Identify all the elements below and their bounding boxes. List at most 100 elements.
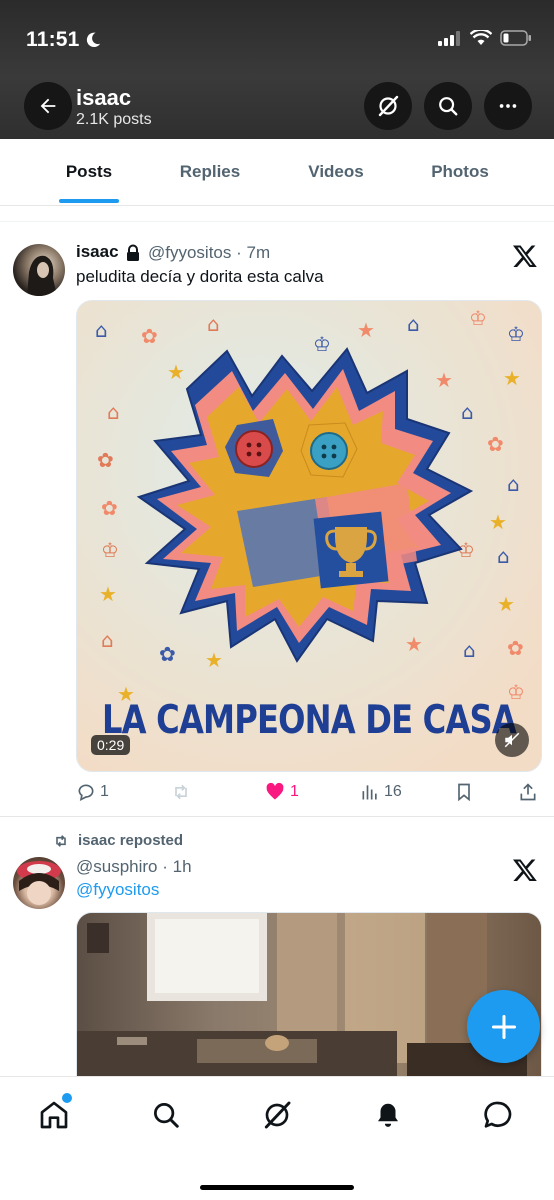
battery-icon <box>500 30 531 46</box>
messages-icon <box>484 1101 512 1128</box>
svg-text:♔: ♔ <box>507 322 525 346</box>
divider <box>0 221 554 222</box>
tab-replies[interactable]: Replies <box>160 139 260 205</box>
svg-text:♔: ♔ <box>313 332 331 356</box>
reply-icon <box>78 784 94 802</box>
posts-count: 2.1K posts <box>76 111 152 128</box>
svg-text:✿: ✿ <box>507 636 524 660</box>
tab-posts[interactable]: Posts <box>38 139 140 205</box>
avatar[interactable] <box>13 244 65 296</box>
speaker-muted-icon <box>504 732 520 748</box>
repost-label: isaac reposted <box>78 832 184 849</box>
x-logo-icon <box>512 245 537 268</box>
lock-icon <box>127 244 139 261</box>
avatar-image <box>17 861 61 905</box>
svg-text:⌂: ⌂ <box>463 638 476 662</box>
nav-notifications[interactable] <box>368 1095 408 1135</box>
back-arrow-icon <box>40 98 56 114</box>
status-icons <box>438 30 532 46</box>
search-button[interactable] <box>424 82 472 130</box>
profile-tabs: Posts Replies Videos Photos <box>0 139 554 206</box>
wifi-icon <box>470 30 492 45</box>
profile-header: 11:51 isaac 2.1K posts <box>0 0 554 139</box>
repost-button <box>170 782 192 802</box>
share-icon <box>520 783 536 801</box>
svg-text:♔: ♔ <box>101 538 119 562</box>
status-time: 11:51 <box>26 28 80 51</box>
svg-text:★: ★ <box>167 360 185 384</box>
video-thumbnail: ⌂ ✿ ⌂ ♔ ⌂ ♔ ♔ ★ ★ ★ ★ ⌂ ⌂ ✿ ✿ ⌂ ✿ ♔ ★ ★ … <box>77 301 541 771</box>
views-button[interactable]: 16 <box>360 782 402 802</box>
plus-icon <box>491 1014 516 1039</box>
views-count: 16 <box>384 783 402 800</box>
like-button[interactable]: 1 <box>264 782 299 802</box>
x-logo-icon <box>512 859 537 882</box>
svg-text:✿: ✿ <box>141 324 158 348</box>
svg-text:⌂: ⌂ <box>507 472 520 496</box>
repost-icon <box>175 784 187 800</box>
grok-icon <box>378 95 399 117</box>
divider <box>0 816 554 817</box>
grok-button[interactable] <box>364 82 412 130</box>
svg-text:✿: ✿ <box>101 496 118 520</box>
nav-messages[interactable] <box>478 1095 518 1135</box>
video-player[interactable]: ⌂ ✿ ⌂ ♔ ⌂ ♔ ♔ ★ ★ ★ ★ ⌂ ⌂ ✿ ✿ ⌂ ✿ ♔ ★ ★ … <box>76 300 542 772</box>
signal-icon <box>438 31 460 46</box>
author-handle-time[interactable]: @fyyositos · 7m <box>148 243 270 263</box>
svg-text:⌂: ⌂ <box>107 400 120 424</box>
svg-text:⌂: ⌂ <box>207 312 220 336</box>
tab-videos[interactable]: Videos <box>288 139 384 205</box>
mute-button[interactable] <box>495 723 529 757</box>
repost-indicator[interactable]: isaac reposted <box>52 832 183 849</box>
svg-text:⌂: ⌂ <box>95 318 108 342</box>
home-indicator <box>200 1185 354 1190</box>
bookmark-button[interactable] <box>454 782 474 802</box>
heart-icon <box>266 782 284 800</box>
repost-icon <box>56 834 66 847</box>
svg-text:♔: ♔ <box>469 306 487 330</box>
like-count: 1 <box>290 783 299 800</box>
svg-text:★: ★ <box>489 510 507 534</box>
tab-photos[interactable]: Photos <box>410 139 510 205</box>
svg-text:✿: ✿ <box>487 432 504 456</box>
svg-text:⌂: ⌂ <box>497 544 510 568</box>
more-button[interactable] <box>484 82 532 130</box>
grok-icon <box>264 1101 291 1129</box>
search-icon <box>154 1103 179 1128</box>
svg-text:★: ★ <box>99 582 117 606</box>
compose-button[interactable] <box>467 990 540 1063</box>
svg-text:⌂: ⌂ <box>461 400 474 424</box>
mention-link[interactable]: @fyyositos <box>76 880 159 900</box>
bookmark-icon <box>458 783 470 802</box>
svg-text:★: ★ <box>503 366 521 390</box>
bottom-navigation <box>0 1076 554 1200</box>
notifications-icon <box>378 1103 398 1127</box>
reply-button[interactable]: 1 <box>76 782 109 802</box>
avatar[interactable] <box>13 857 65 909</box>
svg-text:✿: ✿ <box>159 642 176 666</box>
post-text: peludita decía y dorita esta calva <box>76 267 324 286</box>
svg-text:⌂: ⌂ <box>101 628 114 652</box>
svg-text:★: ★ <box>405 632 423 656</box>
profile-name: isaac <box>76 85 132 110</box>
author-handle-time[interactable]: @susphiro · 1h <box>76 857 192 877</box>
views-icon <box>362 785 377 800</box>
svg-text:✿: ✿ <box>97 448 114 472</box>
active-tab-indicator <box>59 199 119 203</box>
avatar-image <box>27 255 57 296</box>
svg-text:★: ★ <box>497 592 515 616</box>
unread-dot <box>60 1091 74 1105</box>
svg-text:★: ★ <box>357 318 375 342</box>
more-icon <box>499 104 517 108</box>
back-button[interactable] <box>24 82 72 130</box>
nav-search[interactable] <box>146 1095 186 1135</box>
post-actions: 1 1 16 <box>76 782 546 806</box>
share-button[interactable] <box>518 782 538 802</box>
author-name[interactable]: isaac <box>76 242 119 262</box>
video-duration: 0:29 <box>91 735 131 755</box>
nav-grok[interactable] <box>257 1095 297 1135</box>
video-title: LA CAMPEONA DE CASA <box>102 698 517 743</box>
moon-icon <box>86 32 101 48</box>
svg-text:⌂: ⌂ <box>407 312 420 336</box>
search-icon <box>439 97 458 116</box>
